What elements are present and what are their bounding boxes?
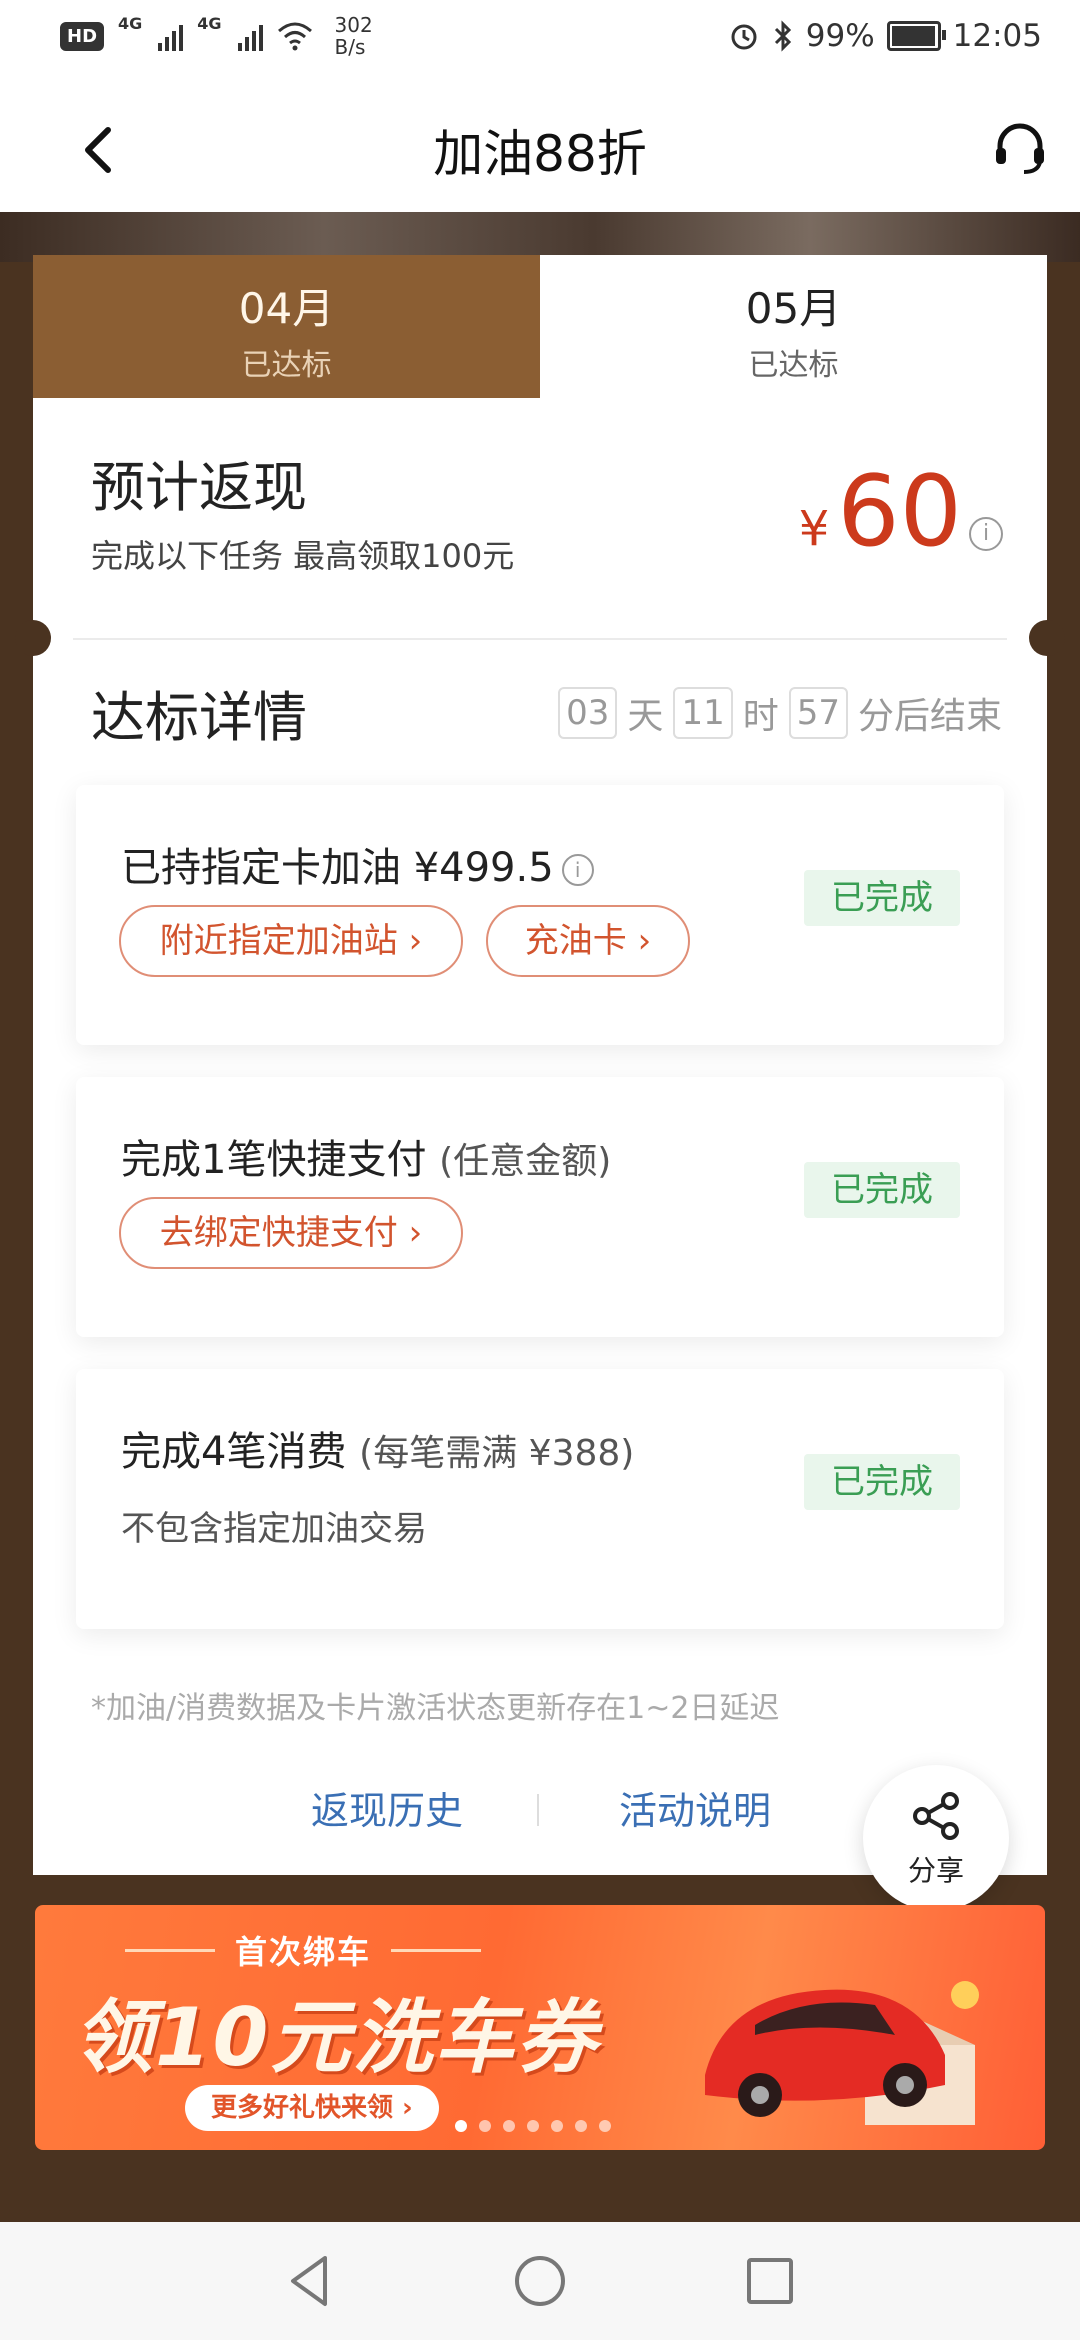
countdown-days: 03 xyxy=(558,687,618,739)
tab-status: 已达标 xyxy=(241,348,332,383)
task-title: 已持指定卡加油 ¥499.5 i xyxy=(121,835,594,893)
clock: 12:05 xyxy=(952,18,1042,54)
network-label-1: 4G xyxy=(118,14,143,33)
speed-unit: B/s xyxy=(334,35,366,59)
status-left: HD 4G 4G 302 B/s xyxy=(60,14,373,58)
status-badge: 已完成 xyxy=(804,1454,960,1510)
network-label-2: 4G xyxy=(197,14,222,33)
link-separator xyxy=(537,1794,539,1826)
details-title: 达标详情 xyxy=(91,686,307,749)
card-notch-left xyxy=(15,620,51,656)
task-subtitle: 不包含指定加油交易 xyxy=(121,1509,427,1549)
task-title-text: 完成1笔快捷支付 xyxy=(121,1137,427,1183)
network-speed: 302 B/s xyxy=(335,14,373,58)
days-unit: 天 xyxy=(627,696,664,737)
countdown: 03 天 11 时 57 分后结束 xyxy=(558,687,1002,739)
promo-banner[interactable]: 首次绑车 领10元洗车券 更多好礼快来领 › xyxy=(35,1905,1045,2150)
share-icon xyxy=(913,1792,959,1840)
status-bar: HD 4G 4G 302 B/s 99% 12:05 xyxy=(0,0,1080,80)
alarm-icon xyxy=(731,24,757,50)
activity-rules-link[interactable]: 活动说明 xyxy=(619,1780,771,1835)
task-note: (任意金额) xyxy=(439,1141,612,1182)
carousel-dot[interactable] xyxy=(503,2120,515,2132)
cashback-history-link[interactable]: 返现历史 xyxy=(311,1780,463,1835)
title-bar: 加油88折 xyxy=(0,80,1080,212)
status-right: 99% 12:05 xyxy=(728,18,1042,54)
nearby-station-button[interactable]: 附近指定加油站 › xyxy=(119,905,463,977)
task-title: 完成4笔消费 (每笔需满 ¥388) xyxy=(121,1419,634,1477)
square-recents-icon[interactable] xyxy=(735,2246,805,2316)
cashback-card: 04月 已达标 05月 已达标 预计返现 完成以下任务 最高领取100元 ¥ 6… xyxy=(15,255,1065,1875)
task-title-text: 已持指定卡加油 ¥499.5 xyxy=(121,845,554,891)
banner-subtitle: 首次绑车 xyxy=(124,1927,482,1973)
wifi-icon xyxy=(277,22,312,51)
bluetooth-icon xyxy=(774,20,791,52)
tab-may[interactable]: 05月 已达标 xyxy=(540,255,1047,398)
share-button[interactable]: 分享 xyxy=(863,1765,1009,1911)
countdown-hours: 11 xyxy=(673,687,733,739)
recharge-card-button[interactable]: 充油卡 › xyxy=(486,905,690,977)
tab-april[interactable]: 04月 已达标 xyxy=(33,255,540,398)
hours-unit: 时 xyxy=(742,696,779,737)
bind-quick-pay-button[interactable]: 去绑定快捷支付 › xyxy=(119,1197,463,1269)
amount-value: 60 xyxy=(837,455,962,569)
triangle-back-icon[interactable] xyxy=(275,2246,345,2316)
info-icon[interactable]: i xyxy=(561,854,594,886)
cashback-amount: ¥ 60 xyxy=(799,463,962,561)
countdown-suffix: 分后结束 xyxy=(857,696,1002,737)
carousel-dots xyxy=(455,2120,611,2132)
currency-symbol: ¥ xyxy=(798,501,830,557)
carousel-dot[interactable] xyxy=(551,2120,563,2132)
banner-title: 领10元洗车券 xyxy=(73,1991,599,2084)
task-title: 完成1笔快捷支付 (任意金额) xyxy=(121,1127,611,1185)
status-badge: 已完成 xyxy=(804,870,960,926)
task-note: (每笔需满 ¥388) xyxy=(359,1433,635,1474)
info-icon[interactable]: i xyxy=(969,517,1003,551)
page-title: 加油88折 xyxy=(433,125,647,183)
task-card: 完成4笔消费 (每笔需满 ¥388) 不包含指定加油交易 已完成 xyxy=(76,1369,1004,1629)
banner-button[interactable]: 更多好礼快来领 › xyxy=(185,2085,439,2131)
cashback-subtitle: 完成以下任务 最高领取100元 xyxy=(91,537,515,575)
signal-icon xyxy=(158,21,184,51)
carousel-dot[interactable] xyxy=(479,2120,491,2132)
battery-icon xyxy=(886,21,946,51)
tab-status: 已达标 xyxy=(748,348,839,383)
share-label: 分享 xyxy=(907,1854,964,1887)
hd-badge: HD xyxy=(60,21,105,51)
carousel-dot[interactable] xyxy=(527,2120,539,2132)
divider xyxy=(73,638,1007,640)
carousel-dot[interactable] xyxy=(599,2120,611,2132)
signal-icon-2 xyxy=(237,21,263,51)
footnote: *加油/消费数据及卡片激活状态更新存在1~2日延迟 xyxy=(91,1691,780,1726)
battery-percent: 99% xyxy=(805,18,875,54)
headset-icon[interactable] xyxy=(990,118,1050,178)
carousel-dot[interactable] xyxy=(575,2120,587,2132)
card-notch-right xyxy=(1029,620,1065,656)
countdown-minutes: 57 xyxy=(788,687,848,739)
status-badge: 已完成 xyxy=(804,1162,960,1218)
tab-month: 04月 xyxy=(238,284,335,333)
car-illustration xyxy=(705,1981,979,2125)
circle-home-icon[interactable] xyxy=(505,2246,575,2316)
task-title-text: 完成4笔消费 xyxy=(121,1429,347,1475)
speed-value: 302 xyxy=(334,13,373,37)
task-card: 完成1笔快捷支付 (任意金额) 去绑定快捷支付 › 已完成 xyxy=(76,1077,1004,1337)
cashback-title: 预计返现 xyxy=(91,456,307,519)
task-card: 已持指定卡加油 ¥499.5 i 附近指定加油站 › 充油卡 › 已完成 xyxy=(76,785,1004,1045)
tab-month: 05月 xyxy=(745,284,842,333)
system-nav-bar xyxy=(0,2222,1080,2340)
month-tabs: 04月 已达标 05月 已达标 xyxy=(33,255,1047,398)
carousel-dot[interactable] xyxy=(455,2120,467,2132)
